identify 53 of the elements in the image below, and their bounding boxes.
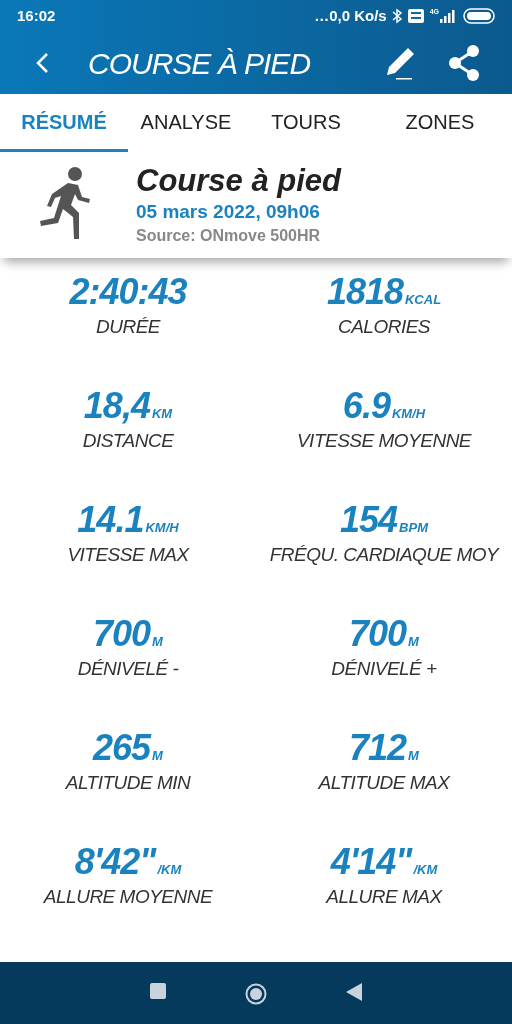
activity-source: Source: ONmove 500HR [136,226,322,246]
stat-value: 712 [349,726,407,770]
stat-label: CALORIES [337,315,431,339]
stat-label: DURÉE [96,315,160,339]
stat-unit: KM/H [145,519,179,537]
stat-value: 18,4 [83,384,150,428]
stat-value: 2:40:43 [69,270,187,314]
battery-icon [463,8,495,24]
activity-date: 05 mars 2022, 09h06 [136,200,321,224]
stat-label: ALTITUDE MAX [318,771,450,795]
stat-unit: M [408,747,419,765]
stat-unit: BPM [399,519,428,537]
home-icon[interactable] [245,983,267,1005]
back-icon [35,52,49,74]
stat-unit: M [152,633,163,651]
tab[interactable]: TOURS [244,94,368,152]
stat-label: DÉNIVELÉ + [331,657,437,681]
stat-value: 265 [93,726,151,770]
tab[interactable]: RÉSUMÉ [0,94,128,152]
stat-value: 1818 [326,270,403,314]
tab[interactable]: ANALYSE [128,94,244,152]
stat-value: 8'42" [74,840,156,884]
stat-label: ALTITUDE MIN [65,771,191,795]
stat-unit: /KM [157,861,182,879]
stat-label: ALLURE MAX [326,885,442,909]
share-icon [449,45,479,81]
activity-name: Course à pied [136,163,341,199]
stat-label: VITESSE MAX [67,543,189,567]
stat-unit: KM [151,405,173,423]
bluetooth-icon [391,8,402,24]
stat-value: 700 [349,612,407,656]
stat-label: ALLURE MOYENNE [43,885,213,909]
screen-title: COURSE À PIED [88,45,312,82]
back-nav-icon[interactable] [346,983,363,1001]
status-time: 16:02 [17,5,56,26]
stat-value: 700 [93,612,151,656]
stat-value: 154 [340,498,398,542]
stat-value: 14.1 [77,498,144,542]
network-speed: …0,0 Ko/s [314,5,387,26]
stat-label: VITESSE MOYENNE [296,429,472,453]
recents-icon[interactable] [149,983,166,999]
stat-unit: KCAL [405,291,442,309]
stat-unit: M [408,633,419,651]
stat-value: 6.9 [342,384,390,428]
stat-label: DÉNIVELÉ - [77,657,179,681]
signal-icon [439,9,455,23]
stat-unit: /KM [413,861,438,879]
stat-label: FRÉQU. CARDIAQUE MOY [269,543,499,567]
tab[interactable]: ZONES [368,94,512,152]
stat-unit: M [152,747,163,765]
stat-label: DISTANCE [82,429,174,453]
stat-unit: KM/H [391,405,426,423]
stat-value: 4'14" [330,840,412,884]
